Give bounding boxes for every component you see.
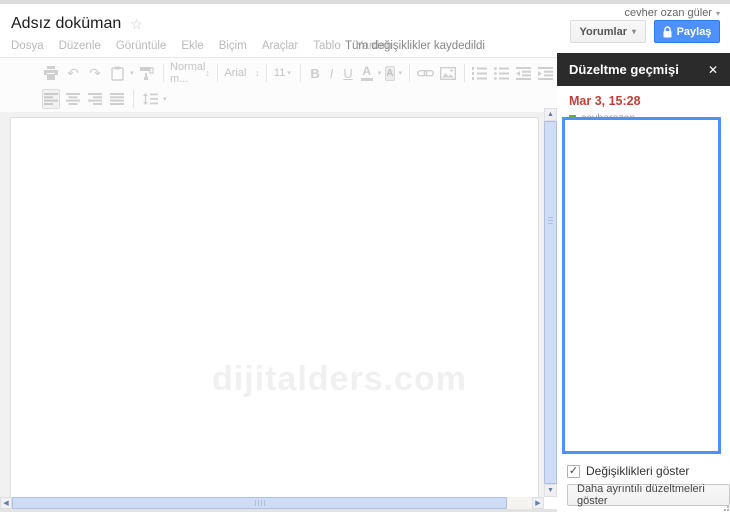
scroll-right-arrow-icon[interactable]: ▶	[532, 497, 544, 509]
bold-button[interactable]: B	[310, 66, 319, 81]
star-icon[interactable]: ☆	[130, 16, 143, 33]
vertical-scrollbar[interactable]: ▲ ▼	[544, 108, 557, 497]
chevron-down-icon[interactable]: ▾	[130, 69, 134, 77]
vertical-scrollbar-thumb[interactable]	[544, 121, 557, 484]
horizontal-scrollbar[interactable]: ◀ ▶	[0, 497, 544, 509]
revision-history-panel: Düzeltme geçmişi ✕ Mar 3, 15:28 cevheroz…	[557, 53, 730, 512]
text-color-button[interactable]: A	[360, 63, 373, 81]
menubar: Dosya Düzenle Görüntüle Ekle Biçim Araçl…	[11, 40, 392, 52]
close-icon[interactable]: ✕	[708, 63, 718, 77]
toolbar-row-1: ↶ ↷ ▾ Normal m... ↕ Arial ↕ 11 ▾ B I U A…	[0, 60, 557, 86]
show-changes-label: Değişiklikleri göster	[586, 464, 690, 478]
share-button-label: Paylaş	[676, 25, 712, 38]
align-justify-button[interactable]	[108, 89, 126, 109]
comments-button-label: Yorumlar	[579, 25, 627, 38]
menu-item-ekle[interactable]: Ekle	[181, 40, 203, 52]
font-family-value: Arial	[224, 67, 247, 79]
lock-icon	[663, 25, 672, 38]
google-docs-window: cevher ozan güler ▾ Adsız doküman ☆ Dosy…	[0, 0, 730, 512]
revision-panel-header: Düzeltme geçmişi ✕	[557, 53, 730, 86]
scrollbar-grip	[254, 500, 265, 506]
underline-button[interactable]: U	[343, 66, 352, 81]
menu-item-duzenle[interactable]: Düzenle	[59, 40, 101, 52]
updown-icon: ↕	[205, 68, 210, 78]
insert-link-icon[interactable]	[417, 63, 435, 83]
revision-panel-title: Düzeltme geçmişi	[569, 62, 679, 77]
share-button[interactable]: Paylaş	[654, 20, 720, 43]
toolbar-separator	[133, 90, 134, 108]
revision-preview-box	[562, 117, 721, 454]
scroll-down-arrow-icon[interactable]: ▼	[544, 484, 557, 497]
scroll-up-arrow-icon[interactable]: ▲	[544, 108, 557, 121]
align-center-button[interactable]	[64, 89, 82, 109]
save-status: Tüm değişiklikler kaydedildi	[345, 40, 485, 52]
scroll-left-arrow-icon[interactable]: ◀	[0, 497, 12, 509]
align-left-button[interactable]	[42, 89, 60, 109]
paragraph-style-dropdown[interactable]: Normal m... ↕	[170, 61, 210, 85]
menu-item-bicim[interactable]: Biçim	[219, 40, 247, 52]
document-title[interactable]: Adsız doküman	[11, 15, 121, 33]
horizontal-scrollbar-thumb[interactable]	[12, 497, 507, 509]
document-page	[10, 117, 539, 497]
menu-item-dosya[interactable]: Dosya	[11, 40, 44, 52]
font-size-value: 11	[273, 67, 286, 79]
toolbar: ↶ ↷ ▾ Normal m... ↕ Arial ↕ 11 ▾ B I U A…	[0, 57, 557, 112]
top-edge-strip	[0, 0, 730, 4]
chevron-down-icon[interactable]: ▾	[399, 69, 403, 77]
chevron-down-icon: ▾	[287, 70, 291, 77]
align-right-button[interactable]	[86, 89, 104, 109]
highlight-color-button[interactable]: A	[385, 65, 395, 81]
paint-format-icon[interactable]	[138, 63, 156, 83]
menu-item-tablo[interactable]: Tablo	[313, 40, 341, 52]
text-color-letter: A	[362, 63, 372, 78]
scrollbar-grip	[548, 217, 553, 225]
italic-button[interactable]: I	[330, 66, 334, 81]
font-size-dropdown[interactable]: 11 ▾	[274, 67, 293, 79]
watermark: dijitalders.com	[212, 360, 467, 398]
updown-icon: ↕	[254, 68, 260, 78]
insert-image-icon[interactable]	[439, 63, 457, 83]
menu-item-araclar[interactable]: Araçlar	[262, 40, 298, 52]
account-menu[interactable]: cevher ozan güler ▾	[625, 7, 720, 19]
decrease-indent-icon[interactable]	[515, 63, 533, 83]
show-changes-row[interactable]: ✓ Değişiklikleri göster	[567, 464, 689, 478]
resize-grip-icon[interactable]	[719, 501, 729, 511]
print-icon[interactable]	[42, 63, 60, 83]
text-color-bar	[360, 77, 373, 81]
document-area: dijitalders.com	[0, 112, 544, 497]
chevron-down-icon[interactable]: ▾	[163, 95, 167, 103]
bulleted-list-icon[interactable]	[493, 63, 511, 83]
comments-button[interactable]: Yorumlar ▾	[569, 20, 646, 43]
numbered-list-icon[interactable]	[471, 63, 489, 83]
chevron-down-icon: ▾	[715, 8, 720, 18]
revision-entry-date[interactable]: Mar 3, 15:28	[569, 94, 730, 108]
menu-item-goruntule[interactable]: Görüntüle	[116, 40, 167, 52]
account-name: cevher ozan güler	[624, 7, 712, 19]
increase-indent-icon[interactable]	[537, 63, 555, 83]
toolbar-row-2: ▾	[0, 86, 557, 112]
font-family-dropdown[interactable]: Arial ↕	[224, 67, 259, 79]
paste-format-icon[interactable]	[108, 63, 126, 83]
line-spacing-icon[interactable]	[141, 89, 159, 109]
chevron-down-icon: ▾	[631, 27, 636, 36]
show-detailed-revisions-button[interactable]: Daha ayrıntılı düzeltmeleri göster	[567, 483, 730, 507]
doc-title-row: Adsız doküman ☆	[11, 15, 143, 33]
show-changes-checkbox[interactable]: ✓	[567, 464, 580, 478]
redo-icon[interactable]: ↷	[86, 63, 104, 83]
chevron-down-icon[interactable]: ▾	[378, 69, 382, 77]
undo-icon[interactable]: ↶	[64, 63, 82, 83]
paragraph-style-value: Normal m...	[170, 61, 206, 85]
